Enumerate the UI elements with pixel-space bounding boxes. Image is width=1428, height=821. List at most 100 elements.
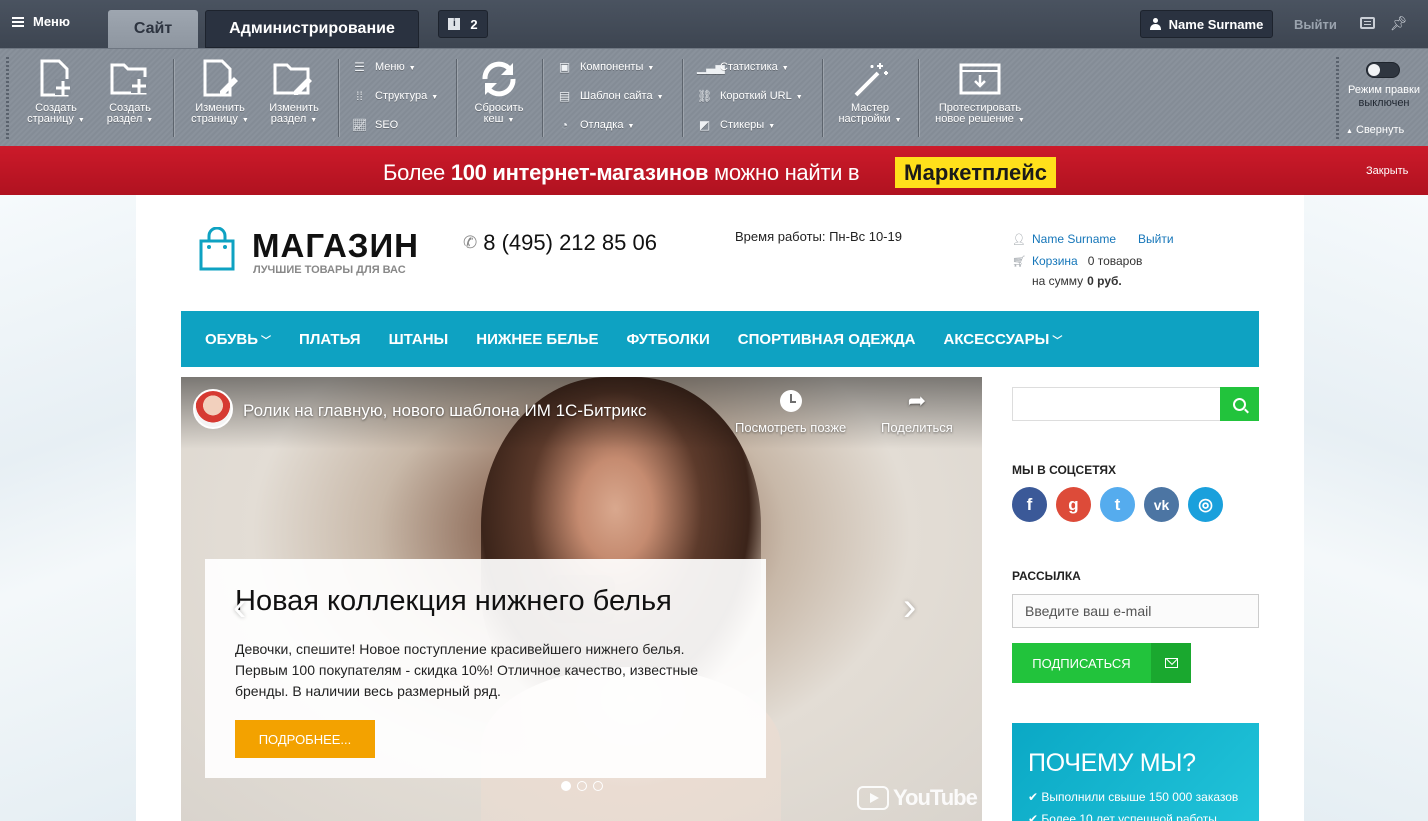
nav-item-shoes[interactable]: ОБУВЬ ﹀ [205, 331, 271, 348]
components-icon: ▣ [558, 60, 571, 74]
reset-cache-button[interactable]: Сбросить кеш ▼ [462, 59, 536, 126]
slider-dots [561, 781, 603, 791]
nav-item-pants[interactable]: ШТАНЫ [389, 331, 449, 348]
marketplace-banner[interactable]: Более 100 интернет-магазинов можно найти… [0, 146, 1428, 195]
search-icon [1233, 397, 1246, 411]
toolbar-stickers-item[interactable]: ◩ Стикеры ▼ [697, 119, 775, 131]
nav-item-tshirts[interactable]: ФУТБОЛКИ [627, 331, 710, 348]
search-input[interactable] [1012, 387, 1221, 421]
share-icon: ➦ [907, 388, 927, 413]
logo-title[interactable]: МАГАЗИН [252, 227, 419, 265]
close-banner-link[interactable]: Закрыть [1366, 165, 1408, 177]
toolbar-seo-item[interactable]: 📈︎ SEO [352, 119, 398, 131]
banner-suffix: можно найти в [708, 160, 860, 185]
edit-page-icon [203, 59, 238, 97]
email-field[interactable]: Введите ваш e-mail [1012, 594, 1259, 628]
test-solution-button[interactable]: Протестировать новое решение ▼ [932, 59, 1028, 126]
shopping-bag-logo-icon[interactable] [198, 227, 236, 271]
edit-section-button[interactable]: Изменить раздел ▼ [258, 59, 330, 126]
header-user-area: 👤︎ Name Surname Выйти 🛒︎ Корзина 0 товар… [1012, 228, 1174, 290]
channel-avatar[interactable] [193, 389, 233, 429]
google-plus-icon[interactable]: g [1056, 487, 1091, 522]
video-title[interactable]: Ролик на главную, нового шаблона ИМ 1С-Б… [243, 401, 646, 421]
collapse-label: Свернуть [1356, 124, 1405, 136]
toolbar-short-url-label: Короткий URL [720, 90, 792, 102]
collapse-toolbar-button[interactable]: ▲ Свернуть [1346, 124, 1404, 136]
header-phone: ✆ 8 (495) 212 85 06 [463, 230, 657, 256]
toolbar-drag-handle[interactable] [6, 57, 9, 139]
slider-dot[interactable] [577, 781, 587, 791]
more-button[interactable]: ПОДРОБНЕЕ... [235, 720, 375, 758]
chevron-down-icon: ▼ [310, 117, 318, 124]
youtube-label: YouTube [893, 785, 978, 810]
why-us-item: ✔ Более 10 лет успешной работы [1028, 812, 1217, 821]
admin-logout-link[interactable]: Выйти [1294, 17, 1337, 32]
tab-administration[interactable]: Администрирование [205, 10, 419, 48]
edit-page-button[interactable]: Изменить страницу ▼ [182, 59, 258, 126]
watch-later-button[interactable]: Посмотреть позже [735, 390, 846, 435]
create-page-icon [40, 59, 71, 97]
tab-site[interactable]: Сайт [108, 10, 198, 48]
marketplace-highlight[interactable]: Маркетплейс [895, 157, 1056, 188]
share-button[interactable]: ➦ Поделиться [881, 388, 953, 436]
youtube-play-icon [857, 786, 889, 810]
reset-cache-label: Сбросить кеш ▼ [474, 102, 524, 125]
pin-icon[interactable]: 📌︎ [1390, 15, 1408, 32]
subscribe-button[interactable]: ПОДПИСАТЬСЯ [1012, 643, 1191, 683]
working-hours: Время работы: Пн-Вс 10-19 [735, 229, 902, 244]
notifications-count: 2 [470, 16, 478, 32]
share-label: Поделиться [881, 420, 953, 435]
chevron-down-icon: ▼ [146, 117, 154, 124]
nav-item-accessories[interactable]: АКСЕССУАРЫ ﹀ [944, 331, 1063, 348]
toolbar-debug-item[interactable]: ◔ Отладка ▼ [557, 119, 635, 131]
slider-next-arrow-icon[interactable]: › [903, 585, 916, 630]
toolbar-menu-item[interactable]: ☰ Меню ▼ [352, 61, 416, 73]
header-user-link[interactable]: Name Surname [1032, 232, 1116, 246]
toolbar-short-url-item[interactable]: ⛓︎ Короткий URL ▼ [697, 90, 803, 102]
video-slider[interactable]: Ролик на главную, нового шаблона ИМ 1С-Б… [181, 377, 982, 821]
slider-dot[interactable] [593, 781, 603, 791]
slider-dot[interactable] [561, 781, 571, 791]
keyboard-icon[interactable] [1360, 17, 1375, 29]
chevron-down-icon: ﹀ [261, 335, 272, 347]
page-background-left [0, 195, 136, 821]
cart-link[interactable]: Корзина [1032, 254, 1078, 268]
instagram-icon[interactable]: ◎ [1188, 487, 1223, 522]
admin-top-bar: Меню Сайт Администрирование i 2 Name Sur… [0, 0, 1428, 48]
header-logout-link[interactable]: Выйти [1138, 232, 1174, 246]
nav-label: ОБУВЬ [205, 330, 259, 348]
main-nav: ОБУВЬ ﹀ ПЛАТЬЯ ШТАНЫ НИЖНЕЕ БЕЛЬЕ ФУТБОЛК… [181, 311, 1259, 367]
nav-item-underwear[interactable]: НИЖНЕЕ БЕЛЬЕ [476, 331, 598, 348]
chevron-down-icon: ▼ [507, 117, 515, 124]
toolbar-stats-item[interactable]: ▁▃▅ Статистика ▼ [697, 61, 789, 73]
toolbar-structure-label: Структура [375, 90, 428, 102]
twitter-icon[interactable]: t [1100, 487, 1135, 522]
slider-prev-arrow-icon[interactable]: ‹ [233, 585, 246, 630]
nav-item-dresses[interactable]: ПЛАТЬЯ [299, 331, 361, 348]
seo-chart-icon: 📈︎ [352, 118, 368, 132]
chevron-down-icon: ▼ [894, 117, 902, 124]
logo-subtitle: ЛУЧШИЕ ТОВАРЫ ДЛЯ ВАС [253, 264, 406, 276]
admin-menu-button[interactable]: Меню [12, 14, 70, 29]
sticker-icon: ◩ [698, 118, 711, 132]
toolbar-structure-item[interactable]: ⁞⁞ Структура ▼ [352, 90, 438, 102]
why-us-block: ПОЧЕМУ МЫ? ✔ Выполнили свыше 150 000 зак… [1012, 723, 1259, 821]
toolbar-template-item[interactable]: ▤ Шаблон сайта ▼ [557, 90, 664, 102]
edit-section-icon [273, 63, 312, 95]
admin-user-button[interactable]: Name Surname [1140, 10, 1273, 38]
vk-icon[interactable]: vk [1144, 487, 1179, 522]
subscribe-label: ПОДПИСАТЬСЯ [1032, 655, 1131, 671]
facebook-icon[interactable]: f [1012, 487, 1047, 522]
create-page-button[interactable]: Создать страницу ▼ [18, 59, 94, 126]
toolbar-drag-handle[interactable] [1336, 57, 1339, 139]
toolbar-divider [173, 59, 174, 137]
search-button[interactable] [1220, 387, 1259, 421]
edit-mode-toggle[interactable] [1366, 62, 1400, 78]
setup-wizard-button[interactable]: Мастер настройки ▼ [830, 59, 910, 126]
youtube-logo[interactable]: YouTube [857, 785, 978, 811]
nav-item-sportswear[interactable]: СПОРТИВНАЯ ОДЕЖДА [738, 331, 916, 348]
toolbar-components-item[interactable]: ▣ Компоненты ▼ [557, 61, 654, 73]
notifications-button[interactable]: i 2 [438, 10, 488, 38]
create-section-button[interactable]: Создать раздел ▼ [94, 59, 166, 126]
toolbar-divider [682, 59, 683, 137]
